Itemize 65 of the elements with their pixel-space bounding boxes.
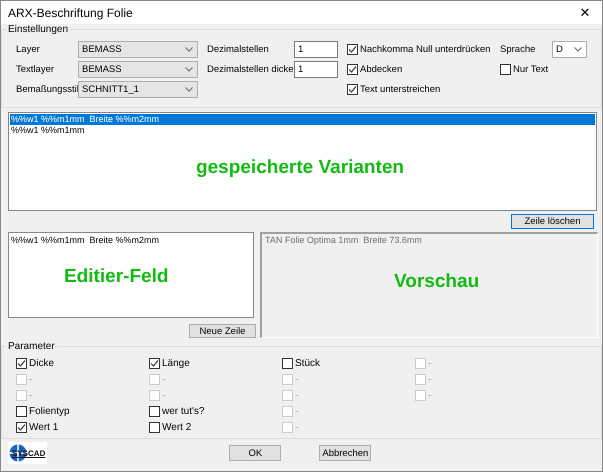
checkbox[interactable] [347,64,358,74]
checkbox-label: Stück [295,358,320,368]
dropdown[interactable]: BEMASS [78,60,198,78]
checkbox-label: Länge [162,358,190,368]
window-title: ARX-Beschriftung Folie [8,6,133,20]
dialog-button[interactable]: Abbrechen [319,445,372,461]
checkbox-label: Wert 2 [162,422,192,432]
chevron-icon [185,66,193,72]
checkbox-label: - [295,374,298,384]
checkbox-label: Wert 1 [29,422,58,432]
checkbox-label: Nur Text [513,64,548,74]
edit-field[interactable]: %%w1 %%m1mm Breite %%m2mm Editier-Feld [8,232,254,318]
checkbox[interactable] [16,406,27,416]
checkbox-label: Folientyp [29,406,70,416]
logo: SYSCAD [8,442,48,464]
checkbox-label: wer tut's? [162,406,204,416]
field-label: Sprache [500,44,536,54]
checkbox-label: - [29,390,32,400]
checkbox-label: - [428,374,432,384]
dropdown[interactable]: D [552,40,587,58]
preview-text: TAN Folie Optima 1mm Breite 73.6mm [265,235,422,245]
checkbox-label: - [29,374,32,384]
field-label: Textlayer [16,64,56,74]
checkbox-label: - [295,422,298,432]
dialog-button[interactable]: OK [229,445,282,461]
chevron-icon [185,46,193,52]
checkbox-label: - [428,358,432,368]
checkbox[interactable] [149,422,160,432]
dropdown[interactable]: BEMASS [78,40,198,58]
checkbox[interactable] [16,358,27,368]
number-field[interactable]: 1 [294,60,338,78]
chevron-icon [185,86,193,92]
group-title: Parameter [7,341,56,352]
checkbox-label: - [162,374,166,384]
new-line-button[interactable]: Neue Zeile [189,324,256,338]
annotation-label: gespeicherte Varianten [196,157,404,179]
field-label: Dezimalstellen dicke [206,64,294,74]
checkbox-label: Text unterstreichen [360,84,440,94]
checkbox[interactable] [347,84,358,94]
annotation-label: Vorschau [394,271,480,293]
checkbox-label: - [428,390,432,400]
checkbox-label: - [295,406,298,416]
field-label: Layer [16,44,41,54]
checkbox-label: Dicke [29,358,54,368]
checkbox-label: Abdecken [360,64,402,74]
list-item[interactable]: %%w1 %%m1mm [10,125,595,136]
close-button[interactable]: ✕ [568,2,602,24]
field-label: Dezimalstellen [206,44,270,54]
dropdown[interactable]: SCHNITT1_1 [78,80,198,98]
field-label: Bemaßungsstil [16,84,78,94]
annotation-label: Editier-Feld [64,266,169,288]
number-field[interactable]: 1 [294,40,338,58]
checkbox-label: - [162,390,166,400]
group-title: Einstellungen [7,24,70,35]
checkbox[interactable] [149,358,160,368]
checkbox[interactable] [282,358,293,368]
checkbox-label: - [295,390,298,400]
delete-row-button[interactable]: Zeile löschen [511,214,594,229]
chevron-icon [574,46,582,52]
list-item[interactable]: %%w1 %%m1mm Breite %%m2mm [10,114,595,125]
checkbox-label: Nachkomma Null unterdrücken [360,44,490,54]
checkbox[interactable] [500,64,511,74]
checkbox[interactable] [149,406,160,416]
checkbox[interactable] [347,44,358,54]
checkbox[interactable] [16,422,27,432]
